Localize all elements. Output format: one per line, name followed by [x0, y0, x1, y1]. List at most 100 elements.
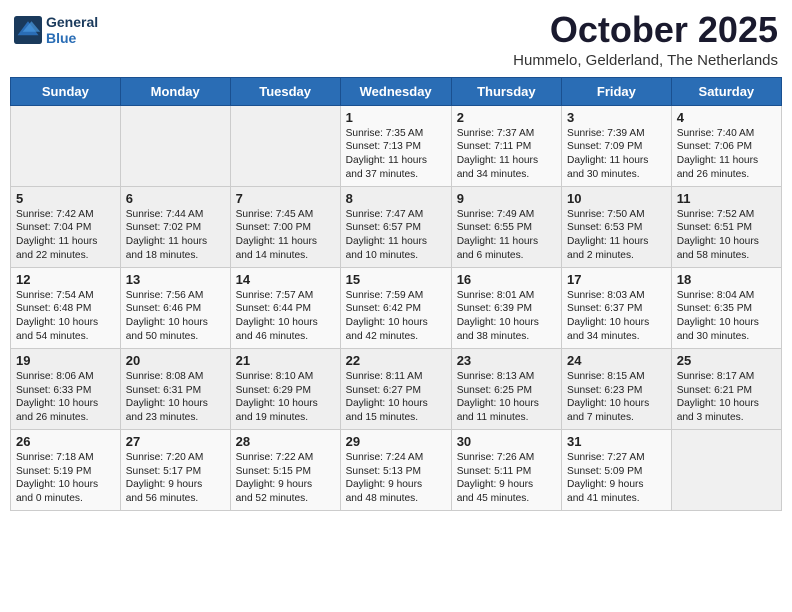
- calendar-table: SundayMondayTuesdayWednesdayThursdayFrid…: [10, 77, 782, 511]
- day-info: Sunrise: 7:47 AM Sunset: 6:57 PM Dayligh…: [346, 208, 446, 263]
- day-info: Sunrise: 7:54 AM Sunset: 6:48 PM Dayligh…: [16, 289, 115, 344]
- weekday-header-monday: Monday: [120, 77, 230, 105]
- calendar-cell: 15 Sunrise: 7:59 AM Sunset: 6:42 PM Dayli…: [340, 267, 451, 348]
- calendar-cell: 28Sunrise: 7:22 AM Sunset: 5:15 PM Dayli…: [230, 429, 340, 510]
- day-info: Sunrise: 8:03 AM Sunset: 6:37 PM Dayligh…: [567, 289, 666, 344]
- calendar-cell: 31Sunrise: 7:27 AM Sunset: 5:09 PM Dayli…: [562, 429, 672, 510]
- day-number: 8: [346, 191, 446, 206]
- logo-line2: Blue: [46, 30, 98, 46]
- day-number: 17: [567, 272, 666, 287]
- day-info: Sunrise: 7:42 AM Sunset: 7:04 PM Dayligh…: [16, 208, 115, 263]
- logo-line1: General: [46, 14, 98, 30]
- day-info: Sunrise: 7:59 AM Sunset: 6:42 PM Dayligh…: [346, 289, 446, 344]
- calendar-cell: 30Sunrise: 7:26 AM Sunset: 5:11 PM Dayli…: [451, 429, 561, 510]
- day-number: 27: [126, 434, 225, 449]
- day-number: 6: [126, 191, 225, 206]
- day-number: 24: [567, 353, 666, 368]
- day-info: Sunrise: 8:17 AM Sunset: 6:21 PM Dayligh…: [677, 370, 776, 425]
- day-number: 12: [16, 272, 115, 287]
- weekday-header-thursday: Thursday: [451, 77, 561, 105]
- day-number: 20: [126, 353, 225, 368]
- day-number: 2: [457, 110, 556, 125]
- day-info: Sunrise: 8:15 AM Sunset: 6:23 PM Dayligh…: [567, 370, 666, 425]
- day-number: 23: [457, 353, 556, 368]
- calendar-cell: 24 Sunrise: 8:15 AM Sunset: 6:23 PM Dayli…: [562, 348, 672, 429]
- logo-icon: [14, 16, 42, 44]
- calendar-cell: 25 Sunrise: 8:17 AM Sunset: 6:21 PM Dayli…: [671, 348, 781, 429]
- day-info: Sunrise: 7:39 AM Sunset: 7:09 PM Dayligh…: [567, 127, 666, 182]
- day-info: Sunrise: 7:27 AM Sunset: 5:09 PM Dayligh…: [567, 451, 666, 506]
- day-info: Sunrise: 7:44 AM Sunset: 7:02 PM Dayligh…: [126, 208, 225, 263]
- day-number: 26: [16, 434, 115, 449]
- day-info: Sunrise: 8:01 AM Sunset: 6:39 PM Dayligh…: [457, 289, 556, 344]
- day-number: 3: [567, 110, 666, 125]
- calendar-week-row: 26 Sunrise: 7:18 AM Sunset: 5:19 PM Dayli…: [11, 429, 782, 510]
- day-info: Sunrise: 7:35 AM Sunset: 7:13 PM Dayligh…: [346, 127, 446, 182]
- calendar-cell: 5 Sunrise: 7:42 AM Sunset: 7:04 PM Daylig…: [11, 186, 121, 267]
- calendar-cell: 16Sunrise: 8:01 AM Sunset: 6:39 PM Dayli…: [451, 267, 561, 348]
- calendar-cell: [120, 105, 230, 186]
- calendar-week-row: 1 Sunrise: 7:35 AM Sunset: 7:13 PM Daylig…: [11, 105, 782, 186]
- logo: General Blue: [14, 14, 98, 46]
- day-info: Sunrise: 7:45 AM Sunset: 7:00 PM Dayligh…: [236, 208, 335, 263]
- day-info: Sunrise: 7:57 AM Sunset: 6:44 PM Dayligh…: [236, 289, 335, 344]
- day-info: Sunrise: 8:06 AM Sunset: 6:33 PM Dayligh…: [16, 370, 115, 425]
- day-info: Sunrise: 7:49 AM Sunset: 6:55 PM Dayligh…: [457, 208, 556, 263]
- day-info: Sunrise: 7:52 AM Sunset: 6:51 PM Dayligh…: [677, 208, 776, 263]
- day-info: Sunrise: 7:50 AM Sunset: 6:53 PM Dayligh…: [567, 208, 666, 263]
- day-info: Sunrise: 7:26 AM Sunset: 5:11 PM Dayligh…: [457, 451, 556, 506]
- day-number: 14: [236, 272, 335, 287]
- calendar-week-row: 19 Sunrise: 8:06 AM Sunset: 6:33 PM Dayli…: [11, 348, 782, 429]
- day-number: 25: [677, 353, 776, 368]
- day-number: 18: [677, 272, 776, 287]
- title-block: October 2025 Hummelo, Gelderland, The Ne…: [513, 10, 778, 69]
- month-title: October 2025: [513, 10, 778, 50]
- day-number: 5: [16, 191, 115, 206]
- calendar-cell: 21Sunrise: 8:10 AM Sunset: 6:29 PM Dayli…: [230, 348, 340, 429]
- calendar-cell: 18 Sunrise: 8:04 AM Sunset: 6:35 PM Dayli…: [671, 267, 781, 348]
- calendar-week-row: 12 Sunrise: 7:54 AM Sunset: 6:48 PM Dayli…: [11, 267, 782, 348]
- day-number: 9: [457, 191, 556, 206]
- calendar-cell: 8 Sunrise: 7:47 AM Sunset: 6:57 PM Daylig…: [340, 186, 451, 267]
- day-number: 1: [346, 110, 446, 125]
- calendar-cell: 3 Sunrise: 7:39 AM Sunset: 7:09 PM Daylig…: [562, 105, 672, 186]
- day-info: Sunrise: 8:13 AM Sunset: 6:25 PM Dayligh…: [457, 370, 556, 425]
- calendar-cell: 7Sunrise: 7:45 AM Sunset: 7:00 PM Daylig…: [230, 186, 340, 267]
- day-number: 22: [346, 353, 446, 368]
- day-info: Sunrise: 7:40 AM Sunset: 7:06 PM Dayligh…: [677, 127, 776, 182]
- weekday-header-sunday: Sunday: [11, 77, 121, 105]
- calendar-cell: 9 Sunrise: 7:49 AM Sunset: 6:55 PM Daylig…: [451, 186, 561, 267]
- calendar-cell: 27 Sunrise: 7:20 AM Sunset: 5:17 PM Dayli…: [120, 429, 230, 510]
- calendar-cell: 23 Sunrise: 8:13 AM Sunset: 6:25 PM Dayli…: [451, 348, 561, 429]
- day-number: 21: [236, 353, 335, 368]
- calendar-cell: 4 Sunrise: 7:40 AM Sunset: 7:06 PM Daylig…: [671, 105, 781, 186]
- day-info: Sunrise: 7:37 AM Sunset: 7:11 PM Dayligh…: [457, 127, 556, 182]
- calendar-cell: 14 Sunrise: 7:57 AM Sunset: 6:44 PM Dayli…: [230, 267, 340, 348]
- weekday-header-saturday: Saturday: [671, 77, 781, 105]
- weekday-header-wednesday: Wednesday: [340, 77, 451, 105]
- day-number: 28: [236, 434, 335, 449]
- day-number: 11: [677, 191, 776, 206]
- calendar-cell: 20 Sunrise: 8:08 AM Sunset: 6:31 PM Dayli…: [120, 348, 230, 429]
- calendar-cell: 19 Sunrise: 8:06 AM Sunset: 6:33 PM Dayli…: [11, 348, 121, 429]
- calendar-cell: 12 Sunrise: 7:54 AM Sunset: 6:48 PM Dayli…: [11, 267, 121, 348]
- calendar-cell: 29 Sunrise: 7:24 AM Sunset: 5:13 PM Dayli…: [340, 429, 451, 510]
- day-info: Sunrise: 7:24 AM Sunset: 5:13 PM Dayligh…: [346, 451, 446, 506]
- day-number: 4: [677, 110, 776, 125]
- weekday-header-tuesday: Tuesday: [230, 77, 340, 105]
- day-info: Sunrise: 8:08 AM Sunset: 6:31 PM Dayligh…: [126, 370, 225, 425]
- calendar-week-row: 5 Sunrise: 7:42 AM Sunset: 7:04 PM Daylig…: [11, 186, 782, 267]
- calendar-cell: [11, 105, 121, 186]
- day-info: Sunrise: 7:20 AM Sunset: 5:17 PM Dayligh…: [126, 451, 225, 506]
- calendar-cell: 10Sunrise: 7:50 AM Sunset: 6:53 PM Dayli…: [562, 186, 672, 267]
- day-number: 15: [346, 272, 446, 287]
- day-info: Sunrise: 8:11 AM Sunset: 6:27 PM Dayligh…: [346, 370, 446, 425]
- day-number: 29: [346, 434, 446, 449]
- day-number: 19: [16, 353, 115, 368]
- day-info: Sunrise: 8:04 AM Sunset: 6:35 PM Dayligh…: [677, 289, 776, 344]
- calendar-cell: 13Sunrise: 7:56 AM Sunset: 6:46 PM Dayli…: [120, 267, 230, 348]
- calendar-cell: [671, 429, 781, 510]
- calendar-cell: 1 Sunrise: 7:35 AM Sunset: 7:13 PM Daylig…: [340, 105, 451, 186]
- day-info: Sunrise: 7:18 AM Sunset: 5:19 PM Dayligh…: [16, 451, 115, 506]
- day-number: 13: [126, 272, 225, 287]
